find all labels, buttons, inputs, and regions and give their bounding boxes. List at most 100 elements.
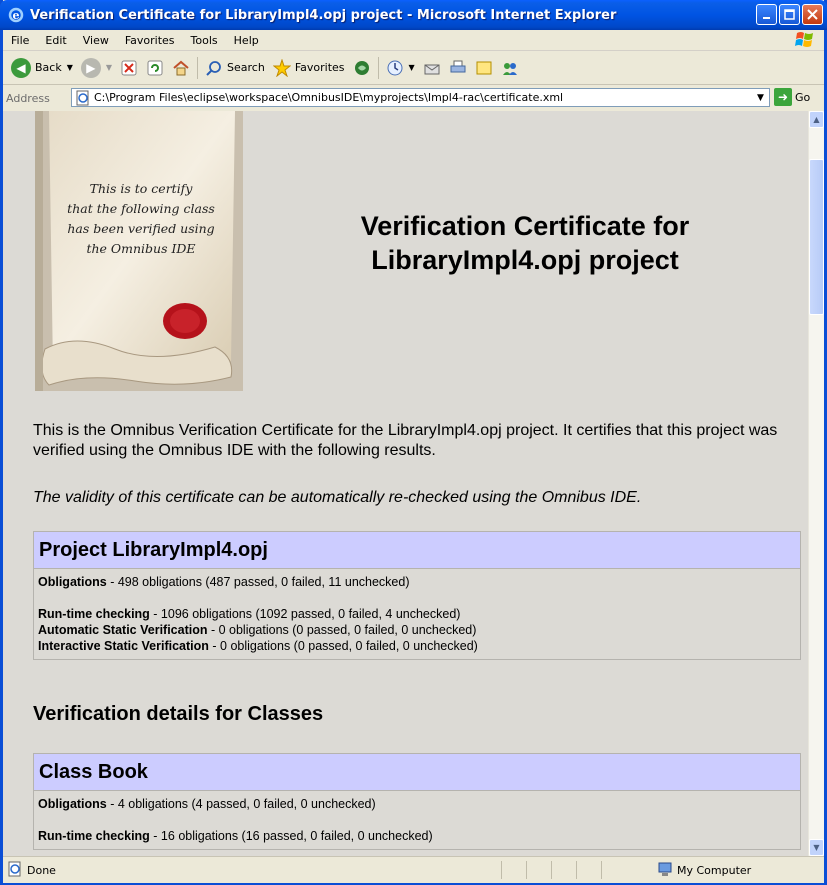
messenger-button[interactable] bbox=[497, 53, 523, 83]
status-text: Done bbox=[27, 863, 56, 877]
vertical-scrollbar[interactable]: ▲ ▼ bbox=[808, 111, 824, 856]
print-button[interactable] bbox=[445, 53, 471, 83]
status-cell bbox=[576, 861, 601, 879]
menu-bar: File Edit View Favorites Tools Help bbox=[3, 30, 824, 51]
mail-icon bbox=[423, 59, 441, 77]
back-button[interactable]: ◀ Back ▼ bbox=[7, 53, 77, 83]
menu-edit[interactable]: Edit bbox=[37, 34, 74, 47]
address-url: C:\Program Files\eclipse\workspace\Omnib… bbox=[94, 91, 564, 104]
go-label: Go bbox=[795, 90, 811, 104]
star-icon bbox=[272, 58, 291, 77]
isv-line: Interactive Static Verification - 0 obli… bbox=[38, 639, 478, 653]
class-box: Class Book Obligations - 4 obligations (… bbox=[33, 753, 801, 850]
address-input[interactable]: C:\Program Files\eclipse\workspace\Omnib… bbox=[71, 88, 770, 107]
maximize-icon bbox=[784, 9, 795, 20]
chevron-down-icon[interactable]: ▼ bbox=[752, 89, 769, 106]
status-cell bbox=[501, 861, 526, 879]
toolbar-divider bbox=[377, 56, 379, 79]
page-title-line: Verification Certificate for bbox=[360, 211, 690, 241]
forward-button[interactable]: ▶ ▼ bbox=[77, 53, 116, 83]
toolbar-divider bbox=[197, 56, 199, 79]
scroll-line: This is to certify bbox=[89, 181, 193, 196]
stop-icon bbox=[120, 59, 138, 77]
toolbar: ◀ Back ▼ ▶ ▼ Search Favorites ▼ bbox=[3, 51, 824, 85]
home-icon bbox=[172, 59, 190, 77]
menu-view[interactable]: View bbox=[75, 34, 117, 47]
chevron-down-icon[interactable]: ▼ bbox=[67, 63, 73, 72]
status-bar: Done My Computer bbox=[3, 856, 824, 883]
search-icon bbox=[205, 59, 223, 77]
browser-window: e Verification Certificate for LibraryIm… bbox=[0, 0, 827, 885]
scroll-line: that the following class bbox=[67, 201, 215, 216]
class-body: Obligations - 4 obligations (4 passed, 0… bbox=[34, 791, 800, 849]
media-icon bbox=[353, 59, 371, 77]
page-content[interactable]: This is to certify that the following cl… bbox=[3, 111, 808, 856]
scroll-line: has been verified using bbox=[67, 221, 215, 236]
back-arrow-icon: ◀ bbox=[11, 57, 31, 78]
status-text-area: Done bbox=[3, 861, 501, 880]
project-box: Project LibraryImpl4.opj Obligations - 4… bbox=[33, 531, 801, 660]
menu-help[interactable]: Help bbox=[226, 34, 267, 47]
page-icon bbox=[75, 90, 91, 106]
status-cell bbox=[601, 861, 626, 879]
menu-tools[interactable]: Tools bbox=[183, 34, 226, 47]
asv-line: Automatic Static Verification - 0 obliga… bbox=[38, 623, 477, 637]
go-button[interactable]: ➜ Go bbox=[774, 88, 810, 106]
maximize-button[interactable] bbox=[779, 4, 800, 25]
obligations-line: Obligations - 4 obligations (4 passed, 0… bbox=[38, 797, 376, 811]
scroll-up-button[interactable]: ▲ bbox=[809, 111, 824, 128]
favorites-label: Favorites bbox=[294, 61, 345, 74]
chevron-down-icon[interactable]: ▼ bbox=[106, 63, 112, 72]
scroll-caption: This is to certify that the following cl… bbox=[65, 179, 217, 259]
rtc-line: Run-time checking - 16 obligations (16 p… bbox=[38, 829, 433, 843]
menu-file[interactable]: File bbox=[3, 34, 37, 47]
ie-logo-icon: e bbox=[8, 7, 24, 23]
scroll-down-button[interactable]: ▼ bbox=[809, 839, 824, 856]
stop-button[interactable] bbox=[116, 53, 142, 83]
scroll-line: the Omnibus IDE bbox=[86, 241, 196, 256]
address-label: Address bbox=[6, 91, 50, 105]
mail-button[interactable] bbox=[419, 53, 445, 83]
edit-icon bbox=[475, 59, 493, 77]
forward-arrow-icon: ▶ bbox=[80, 57, 101, 78]
close-icon bbox=[807, 9, 818, 20]
project-body: Obligations - 498 obligations (487 passe… bbox=[34, 569, 800, 659]
intro-paragraph: This is the Omnibus Verification Certifi… bbox=[33, 422, 778, 459]
chevron-down-icon[interactable]: ▼ bbox=[409, 63, 415, 72]
back-label: Back bbox=[35, 61, 62, 74]
page-done-icon bbox=[7, 861, 23, 880]
project-heading: Project LibraryImpl4.opj bbox=[34, 532, 800, 569]
favorites-button[interactable]: Favorites bbox=[269, 53, 349, 83]
minimize-button[interactable] bbox=[756, 4, 777, 25]
title-bar[interactable]: e Verification Certificate for LibraryIm… bbox=[0, 0, 827, 30]
edit-button[interactable] bbox=[471, 53, 497, 83]
window-title: Verification Certificate for LibraryImpl… bbox=[30, 7, 617, 23]
security-zone[interactable]: My Computer bbox=[657, 861, 751, 880]
section-title: Verification details for Classes bbox=[33, 703, 324, 725]
validity-note: The validity of this certificate can be … bbox=[33, 489, 642, 506]
history-icon bbox=[386, 59, 404, 77]
address-bar: Address C:\Program Files\eclipse\workspa… bbox=[3, 86, 824, 110]
messenger-icon bbox=[501, 59, 519, 77]
rtc-line: Run-time checking - 1096 obligations (10… bbox=[38, 607, 461, 621]
search-button[interactable]: Search bbox=[201, 53, 269, 83]
search-label: Search bbox=[227, 61, 265, 74]
status-cell bbox=[526, 861, 551, 879]
svg-text:e: e bbox=[13, 9, 20, 22]
class-heading: Class Book bbox=[34, 754, 800, 791]
go-arrow-icon: ➜ bbox=[774, 88, 792, 106]
obligations-line: Obligations - 498 obligations (487 passe… bbox=[38, 575, 410, 589]
page-title: Verification Certificate for LibraryImpl… bbox=[283, 209, 767, 277]
refresh-button[interactable] bbox=[142, 53, 168, 83]
zone-label: My Computer bbox=[677, 864, 752, 877]
scrollbar-thumb[interactable] bbox=[809, 159, 824, 315]
media-button[interactable] bbox=[349, 53, 375, 83]
print-icon bbox=[449, 59, 467, 77]
page-title-line: LibraryImpl4.opj project bbox=[371, 245, 679, 275]
close-button[interactable] bbox=[802, 4, 823, 25]
minimize-icon bbox=[762, 16, 770, 19]
home-button[interactable] bbox=[168, 53, 194, 83]
windows-logo-icon bbox=[788, 31, 822, 49]
menu-favorites[interactable]: Favorites bbox=[117, 34, 183, 47]
history-button[interactable]: ▼ bbox=[382, 53, 419, 83]
